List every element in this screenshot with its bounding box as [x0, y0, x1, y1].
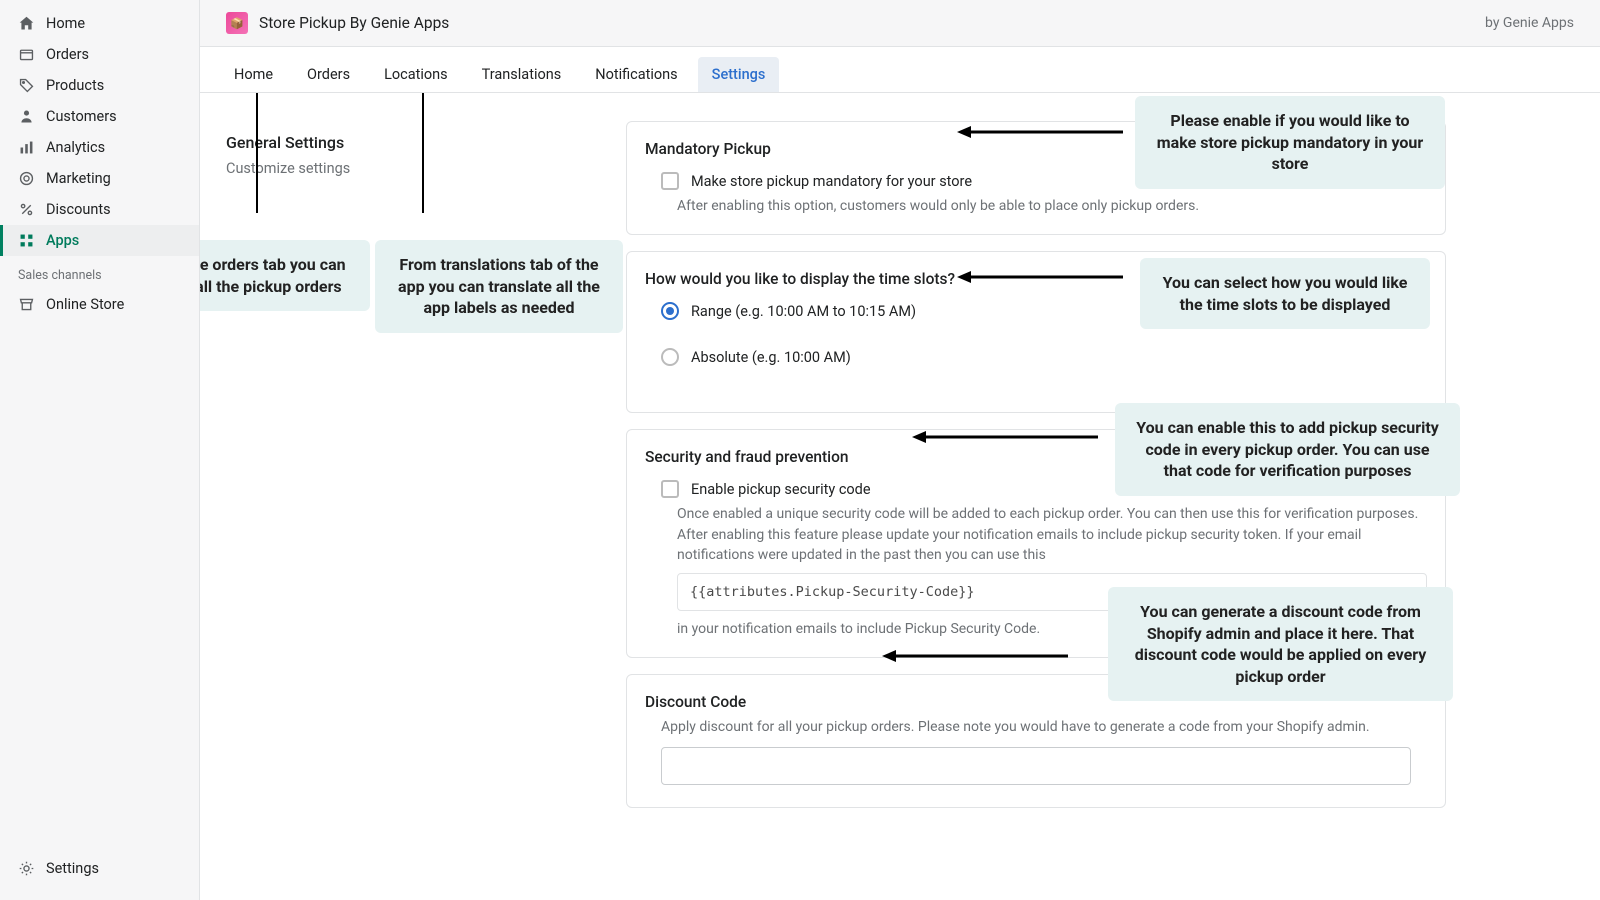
time-slot-absolute-radio[interactable] — [661, 348, 679, 366]
sidebar-item-orders[interactable]: Orders — [0, 39, 199, 70]
annotation-translations: From translations tab of the app you can… — [375, 240, 623, 333]
tab-label: Orders — [307, 66, 350, 83]
sidebar-item-label: Apps — [46, 232, 79, 249]
radio-label: Absolute (e.g. 10:00 AM) — [691, 349, 851, 366]
sidebar-item-label: Customers — [46, 108, 117, 125]
sidebar-item-label: Settings — [46, 860, 99, 877]
tab-label: Settings — [712, 66, 766, 83]
sales-channels-heading: Sales channels — [0, 256, 199, 289]
time-slot-range-radio[interactable] — [661, 302, 679, 320]
sidebar-item-discounts[interactable]: Discounts — [0, 194, 199, 225]
annotation-discount: You can generate a discount code from Sh… — [1108, 587, 1453, 701]
discount-code-input[interactable] — [661, 747, 1411, 785]
discounts-icon — [18, 201, 35, 218]
orders-icon — [18, 46, 35, 63]
store-icon — [18, 296, 35, 313]
arrow-timeslots — [955, 268, 1125, 286]
sidebar-item-label: Products — [46, 77, 104, 94]
tab-home[interactable]: Home — [220, 57, 287, 92]
annotation-orders: From the orders tab you can check all th… — [200, 240, 370, 311]
arrow-translations — [422, 93, 424, 213]
apps-icon — [18, 232, 35, 249]
tab-label: Translations — [482, 66, 562, 83]
annotation-mandatory: Please enable if you would like to make … — [1135, 96, 1445, 189]
app-logo-icon: 📦 — [226, 12, 248, 34]
arrow-orders — [256, 93, 258, 213]
content-left: General Settings Customize settings — [226, 121, 606, 872]
tab-orders[interactable]: Orders — [293, 57, 364, 92]
app-tabs: Home Orders Locations Translations Notif… — [200, 47, 1600, 93]
general-settings-title: General Settings — [226, 121, 606, 152]
tab-label: Locations — [384, 66, 448, 83]
tab-translations[interactable]: Translations — [468, 57, 576, 92]
tab-notifications[interactable]: Notifications — [581, 57, 691, 92]
main: 📦 Store Pickup By Genie Apps by Genie Ap… — [200, 0, 1600, 900]
app-header: 📦 Store Pickup By Genie Apps by Genie Ap… — [200, 0, 1600, 47]
sidebar-item-label: Home — [46, 15, 85, 32]
gear-icon — [18, 860, 35, 877]
app-by: by Genie Apps — [1485, 15, 1574, 31]
sidebar-item-label: Analytics — [46, 139, 105, 156]
sidebar-item-marketing[interactable]: Marketing — [0, 163, 199, 194]
help-text: Apply discount for all your pickup order… — [661, 719, 1427, 735]
customers-icon — [18, 108, 35, 125]
arrow-discount — [880, 647, 1070, 665]
analytics-icon — [18, 139, 35, 156]
products-icon — [18, 77, 35, 94]
app-title: Store Pickup By Genie Apps — [259, 14, 449, 32]
annotation-security: You can enable this to add pickup securi… — [1115, 403, 1460, 496]
sidebar-item-analytics[interactable]: Analytics — [0, 132, 199, 163]
security-code-checkbox[interactable] — [661, 480, 679, 498]
marketing-icon — [18, 170, 35, 187]
sidebar-item-label: Online Store — [46, 296, 124, 313]
sidebar: Home Orders Products Customers Analytics… — [0, 0, 200, 900]
tab-label: Notifications — [595, 66, 677, 83]
sidebar-item-label: Discounts — [46, 201, 111, 218]
sidebar-item-apps[interactable]: Apps — [0, 225, 199, 256]
help-text: Once enabled a unique security code will… — [677, 504, 1427, 565]
sidebar-item-home[interactable]: Home — [0, 8, 199, 39]
arrow-security — [910, 428, 1100, 446]
sidebar-item-online-store[interactable]: Online Store — [0, 289, 199, 320]
mandatory-pickup-checkbox[interactable] — [661, 172, 679, 190]
settings-cards: Mandatory Pickup Make store pickup manda… — [626, 121, 1446, 872]
help-text: After enabling this option, customers wo… — [677, 196, 1427, 216]
sidebar-item-label: Orders — [46, 46, 89, 63]
sidebar-item-label: Marketing — [46, 170, 111, 187]
home-icon — [18, 15, 35, 32]
sidebar-item-customers[interactable]: Customers — [0, 101, 199, 132]
arrow-mandatory — [955, 123, 1125, 141]
radio-label: Range (e.g. 10:00 AM to 10:15 AM) — [691, 303, 916, 320]
tab-settings[interactable]: Settings — [698, 57, 780, 92]
tab-locations[interactable]: Locations — [370, 57, 462, 92]
checkbox-label: Make store pickup mandatory for your sto… — [691, 173, 972, 190]
checkbox-label: Enable pickup security code — [691, 481, 871, 498]
sidebar-item-products[interactable]: Products — [0, 70, 199, 101]
tab-label: Home — [234, 66, 273, 83]
content: General Settings Customize settings Mand… — [200, 93, 1600, 900]
annotation-timeslots: You can select how you would like the ti… — [1140, 258, 1430, 329]
general-settings-sub: Customize settings — [226, 160, 606, 177]
sidebar-item-settings[interactable]: Settings — [0, 853, 199, 884]
